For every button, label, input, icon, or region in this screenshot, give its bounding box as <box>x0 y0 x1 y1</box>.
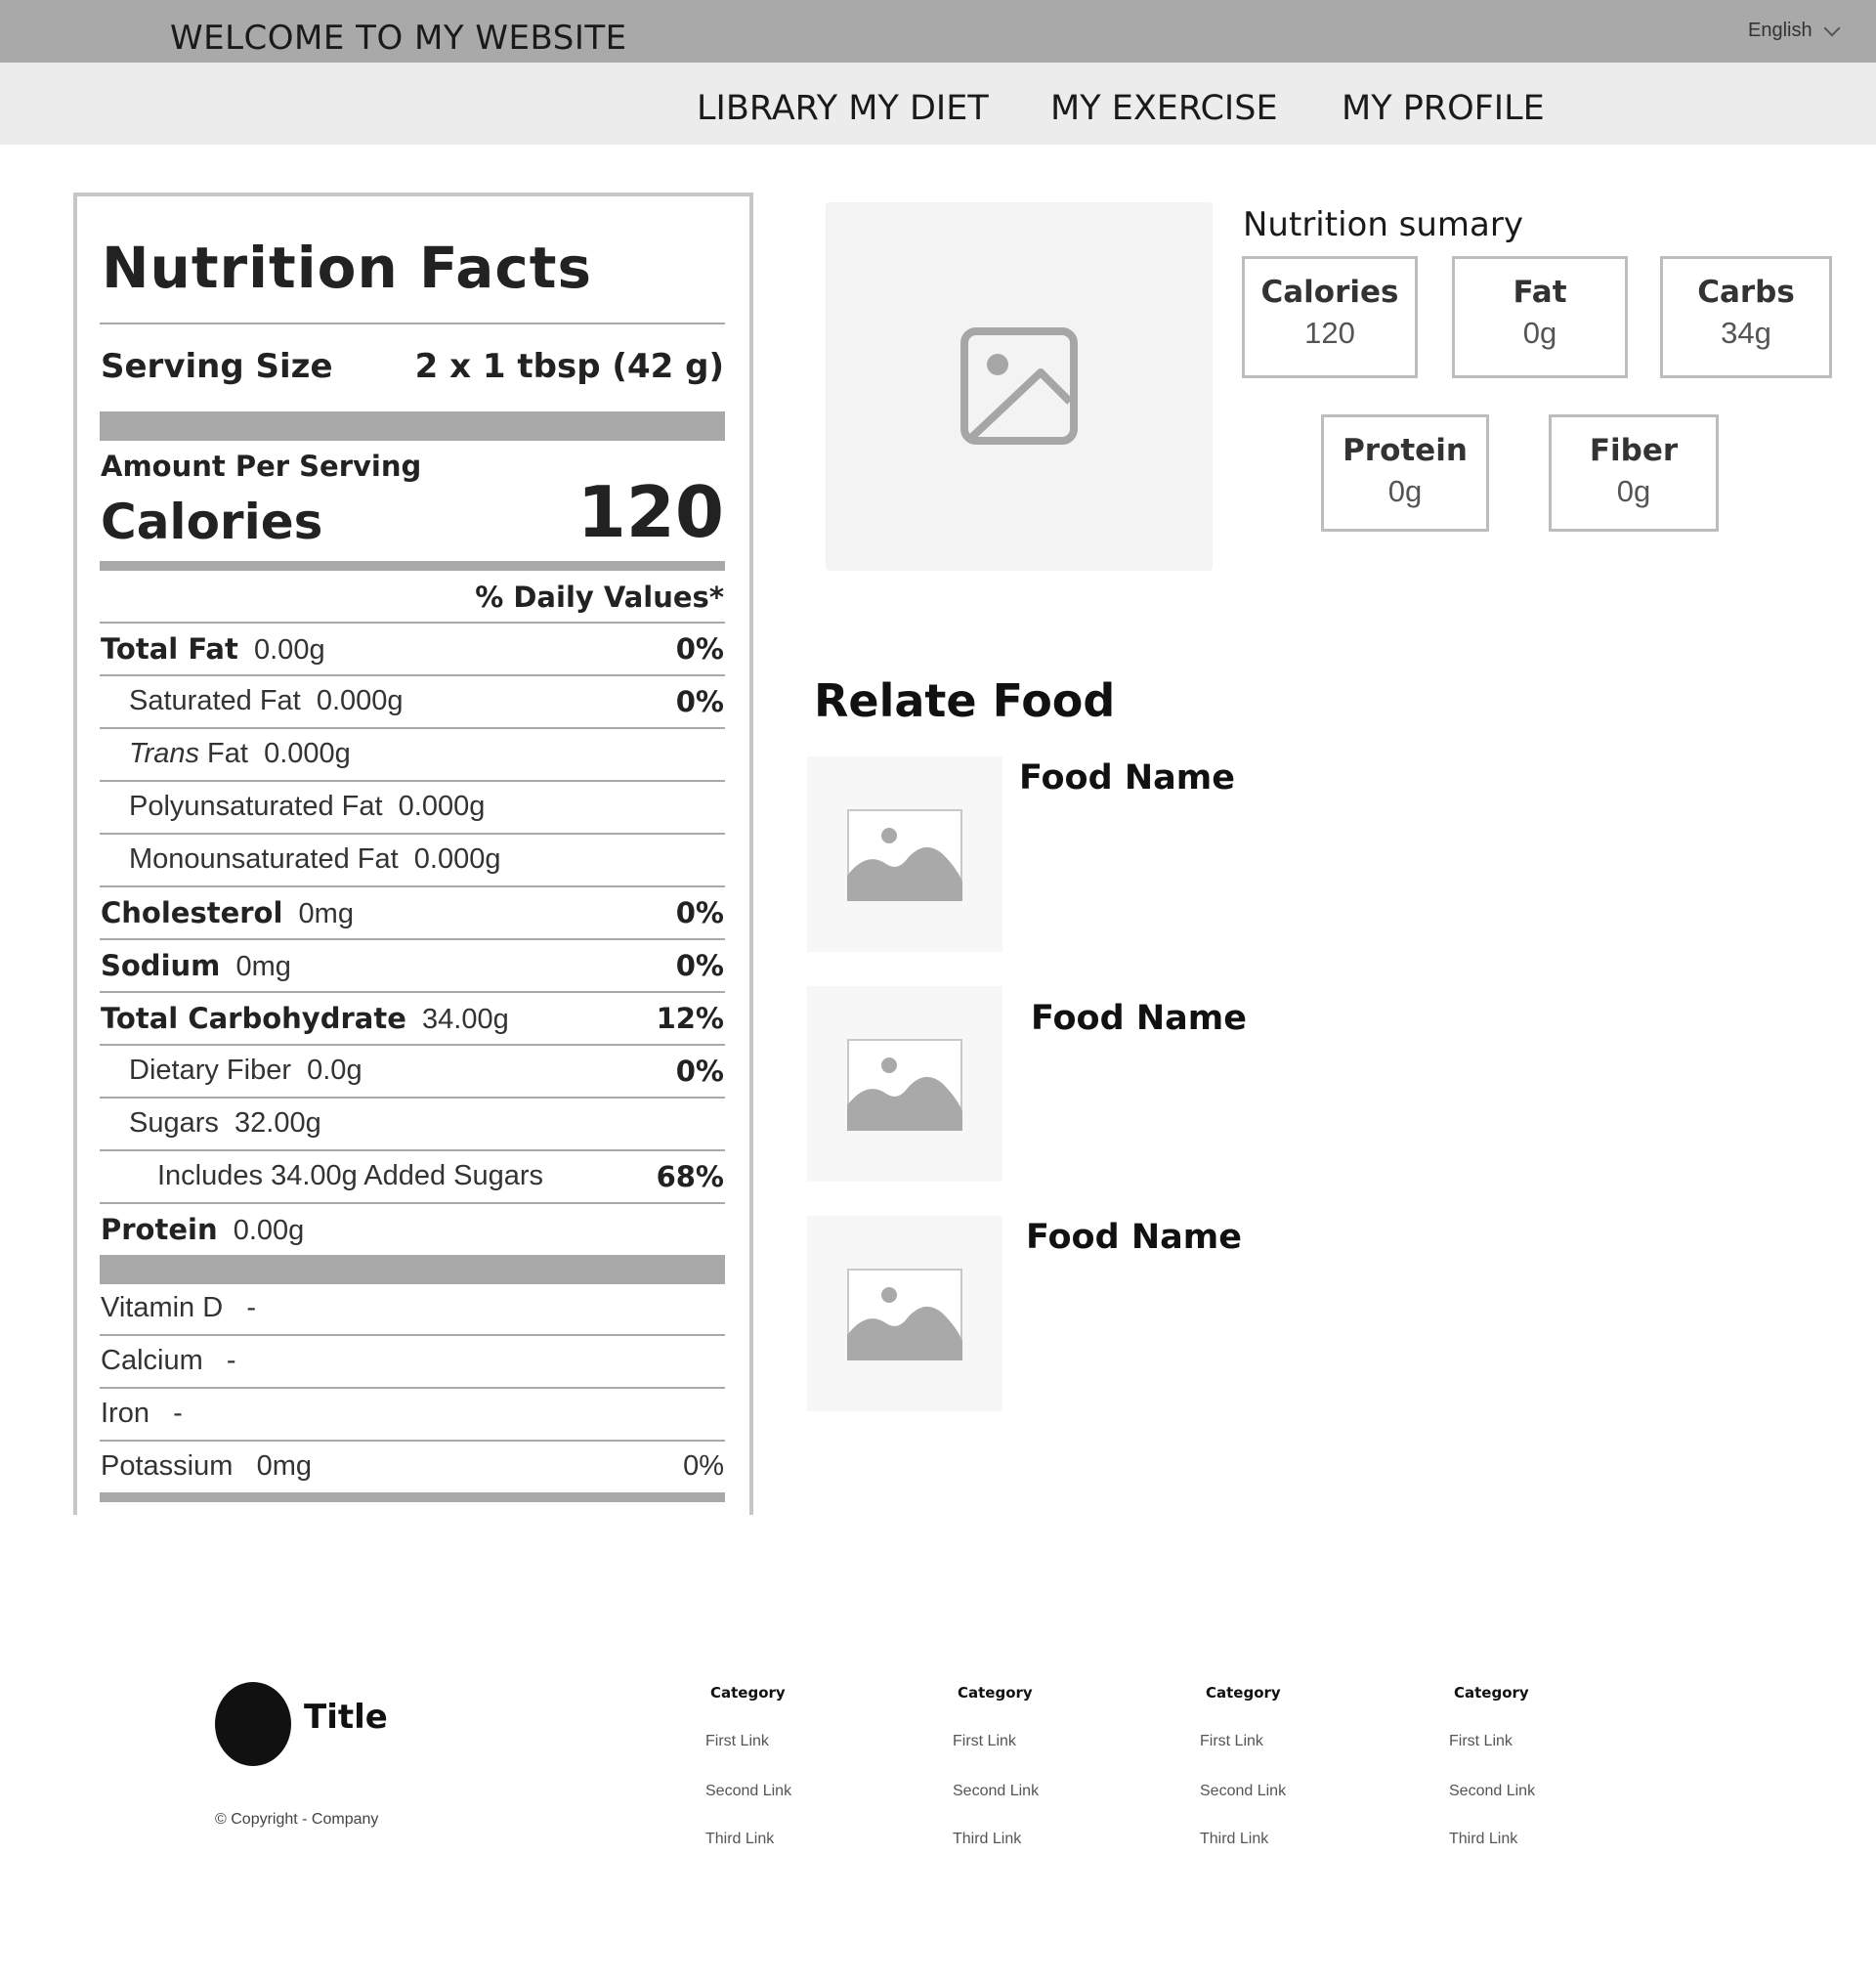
divider <box>100 1334 725 1336</box>
footer-link[interactable]: First Link <box>705 1733 769 1750</box>
footer-link[interactable]: First Link <box>953 1733 1016 1750</box>
nutrient-row: Cholesterol 0mg <box>101 896 354 929</box>
divider <box>100 1097 725 1099</box>
medium-divider <box>100 561 725 571</box>
footer-category: Category <box>958 1684 1033 1702</box>
nutrient-row: Dietary Fiber 0.0g <box>129 1055 362 1086</box>
image-icon <box>847 809 962 901</box>
medium-divider <box>100 1492 725 1502</box>
nutrient-row: Saturated Fat 0.000g <box>129 685 404 716</box>
nutrient-row: Includes 34.00g Added Sugars <box>157 1160 544 1191</box>
footer-link[interactable]: Second Link <box>705 1783 791 1800</box>
language-label: English <box>1748 20 1812 41</box>
divider <box>100 1202 725 1204</box>
related-food-thumbnail[interactable] <box>807 1216 1002 1411</box>
vitamin-row: Potassium 0mg <box>101 1450 312 1482</box>
nav-item-my-exercise[interactable]: MY EXERCISE <box>1050 89 1278 128</box>
footer-link[interactable]: Third Link <box>953 1831 1021 1848</box>
divider <box>100 885 725 887</box>
daily-values-header: % Daily Values* <box>475 581 724 614</box>
nutrient-dv: 68% <box>656 1160 724 1193</box>
nav-item-library-my-diet[interactable]: LIBRARY MY DIET <box>697 89 989 128</box>
image-icon <box>847 1269 962 1360</box>
footer-link[interactable]: Third Link <box>1449 1831 1517 1848</box>
footer-link[interactable]: Second Link <box>1449 1783 1535 1800</box>
divider <box>100 780 725 782</box>
nutrient-row: Protein 0.00g <box>101 1213 305 1246</box>
related-food-thumbnail[interactable] <box>807 986 1002 1182</box>
related-food-name[interactable]: Food Name <box>1026 1218 1242 1257</box>
nutrient-dv: 0% <box>675 1055 724 1088</box>
nutrient-row: Polyunsaturated Fat 0.000g <box>129 791 486 822</box>
divider <box>100 1044 725 1046</box>
divider <box>100 991 725 993</box>
divider <box>100 1387 725 1389</box>
summary-box-calories: Calories 120 <box>1242 256 1418 378</box>
divider <box>100 674 725 676</box>
related-food-title: Relate Food <box>814 674 1116 727</box>
divider <box>100 1440 725 1442</box>
serving-size-value: 2 x 1 tbsp (42 g) <box>414 347 724 386</box>
footer-link[interactable]: Third Link <box>705 1831 774 1848</box>
divider <box>100 727 725 729</box>
nutrient-row: Total Carbohydrate 34.00g <box>101 1002 509 1035</box>
summary-box-protein: Protein 0g <box>1321 414 1489 532</box>
copyright: © Copyright - Company <box>215 1811 379 1828</box>
calories-value: 120 <box>576 471 724 553</box>
food-image-placeholder <box>826 202 1213 571</box>
summary-box-carbs: Carbs 34g <box>1660 256 1832 378</box>
footer-link[interactable]: Third Link <box>1200 1831 1268 1848</box>
nutrient-row: Sugars 32.00g <box>129 1107 321 1139</box>
nutrient-dv: 12% <box>656 1002 724 1035</box>
divider <box>100 938 725 940</box>
related-food-thumbnail[interactable] <box>807 756 1002 952</box>
footer-category: Category <box>1206 1684 1281 1702</box>
footer-link[interactable]: Second Link <box>1200 1783 1286 1800</box>
related-food-name[interactable]: Food Name <box>1019 758 1235 798</box>
divider <box>100 622 725 624</box>
nutrient-row: Trans Fat 0.000g <box>129 738 351 769</box>
vitamin-row: Iron - <box>101 1398 183 1429</box>
summary-box-fiber: Fiber 0g <box>1549 414 1719 532</box>
serving-size-label: Serving Size <box>101 347 333 386</box>
footer-link[interactable]: First Link <box>1449 1733 1513 1750</box>
nutrient-row: Sodium 0mg <box>101 949 291 982</box>
nav-item-my-profile[interactable]: MY PROFILE <box>1342 89 1545 128</box>
related-food-name[interactable]: Food Name <box>1031 999 1247 1038</box>
divider <box>100 833 725 835</box>
footer-category: Category <box>710 1684 786 1702</box>
nutrient-dv: 0% <box>675 896 724 929</box>
main-nav: LIBRARY MY DIET MY EXERCISE MY PROFILE <box>0 63 1876 145</box>
nutrient-dv: 0% <box>675 632 724 666</box>
summary-title: Nutrition sumary <box>1243 205 1523 244</box>
nutrient-row: Monounsaturated Fat 0.000g <box>129 843 501 875</box>
footer-link[interactable]: Second Link <box>953 1783 1039 1800</box>
language-selector[interactable]: English <box>1748 20 1841 42</box>
chevron-down-icon <box>1823 20 1841 36</box>
top-bar: WELCOME TO MY WEBSITE English <box>0 0 1876 63</box>
image-icon <box>960 327 1078 445</box>
vitamin-row: Calcium - <box>101 1345 236 1376</box>
nutrition-facts-title: Nutrition Facts <box>102 235 592 301</box>
footer-category: Category <box>1454 1684 1529 1702</box>
site-title: WELCOME TO MY WEBSITE <box>170 19 627 58</box>
image-icon <box>847 1039 962 1131</box>
divider <box>100 323 725 324</box>
divider <box>100 1149 725 1151</box>
vitamin-dv: 0% <box>683 1450 724 1482</box>
summary-box-fat: Fat 0g <box>1452 256 1628 378</box>
calories-label: Calories <box>101 494 323 550</box>
nutrient-dv: 0% <box>675 949 724 982</box>
thick-divider <box>100 1255 725 1284</box>
footer-link[interactable]: First Link <box>1200 1733 1263 1750</box>
footer-logo <box>215 1682 291 1766</box>
footer-title: Title <box>304 1698 388 1737</box>
thick-divider <box>100 411 725 441</box>
nutrient-dv: 0% <box>675 685 724 718</box>
amount-per-serving: Amount Per Serving <box>101 450 422 483</box>
nutrient-row: Total Fat 0.00g <box>101 632 325 666</box>
vitamin-row: Vitamin D - <box>101 1292 257 1323</box>
